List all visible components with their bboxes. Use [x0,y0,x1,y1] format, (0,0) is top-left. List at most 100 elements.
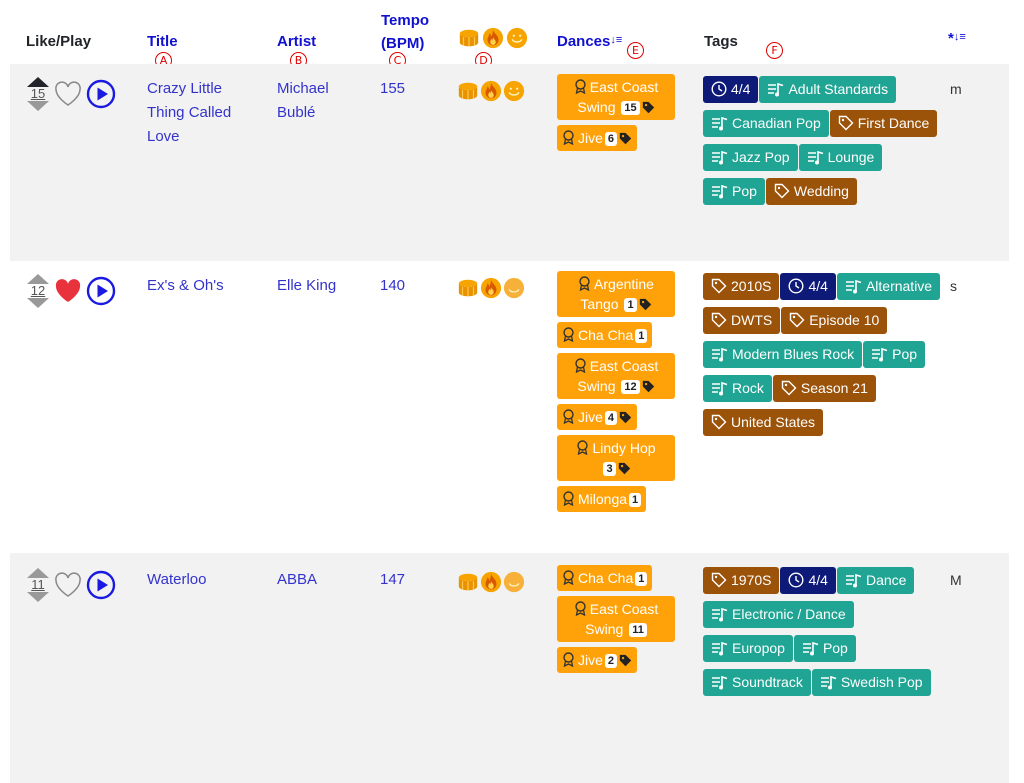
music-list-icon [845,572,866,588]
medal-icon [562,327,578,343]
dance-count: 15 [621,101,640,115]
like-heart-icon[interactable] [54,572,82,598]
dance-badge[interactable]: Argentine Tango 1 [557,271,675,317]
artist-link[interactable]: Elle King [277,274,367,298]
dance-badge[interactable]: Milonga 1 [557,486,647,512]
tag-badge[interactable]: DWTS [703,307,781,334]
tag-badge[interactable]: Episode 10 [781,307,888,334]
drum-icon [458,82,478,100]
medal-icon [578,276,594,292]
dance-badge[interactable]: Jive 6 [557,125,638,151]
tag-badge[interactable]: Electronic / Dance [703,601,854,628]
medal-icon [562,652,578,668]
tag-icon [637,296,652,312]
title-header[interactable]: Title [147,33,178,50]
dance-badge[interactable]: Jive 4 [557,404,638,430]
rating-icons [457,277,525,299]
tag-icon [617,652,632,668]
dance-name-line2: Tango [580,296,619,312]
tag-badge[interactable]: 1970S [703,567,780,594]
tempo-value[interactable]: 155 [380,77,405,101]
medal-icon [562,130,578,146]
tag-badge[interactable]: Jazz Pop [703,144,798,171]
tag-icon [711,312,731,328]
tag-badge[interactable]: Dance [836,567,915,594]
tempo-value[interactable]: 140 [380,274,405,298]
dance-count: 1 [635,572,648,586]
dance-badge[interactable]: Cha Cha 1 [557,565,653,591]
dance-count: 3 [603,462,616,476]
tag-badge[interactable]: 2010S [703,273,780,300]
downvote-icon[interactable] [27,298,49,308]
table-row: 15 Crazy Little Thing Called Love Michael… [10,64,1009,261]
play-icon[interactable] [86,276,116,306]
song-title-link[interactable]: Ex's & Oh's [147,274,257,298]
dance-name: Jive [578,130,603,146]
artist-link[interactable]: Michael Bublé [277,77,367,125]
flame-icon [480,80,502,102]
downvote-icon[interactable] [27,101,49,111]
tag-icon [711,572,731,588]
like-heart-icon[interactable] [54,278,82,304]
smiley-icon [503,277,525,299]
table-header: Like/Play Title Artist Tempo (BPM) Dance… [0,0,1024,64]
modifier-value: m [950,81,962,97]
play-icon[interactable] [86,79,116,109]
music-list-icon [845,278,866,294]
like-play-header: Like/Play [26,33,92,50]
music-list-icon [711,380,732,396]
music-list-icon [807,149,828,165]
dance-badge[interactable]: Lindy Hop 3 [557,435,675,481]
tag-badge[interactable]: Pop [703,178,765,205]
smiley-icon [506,27,528,49]
tag-badge[interactable]: Canadian Pop [703,110,829,137]
modifier-value: s [950,278,957,294]
dance-badge[interactable]: Cha Cha 1 [557,322,653,348]
dance-name-line2: Swing [585,621,624,637]
tag-badge[interactable]: 4/4 [703,76,759,103]
tag-badge[interactable]: Pop [793,635,856,662]
like-heart-icon[interactable] [54,81,82,107]
tag-list: 4/4 Adult Standards Canadian Pop First Danc… [703,76,943,212]
tag-badge[interactable]: Modern Blues Rock [703,341,863,368]
tag-icon [774,183,794,199]
tag-badge[interactable]: Swedish Pop [811,669,931,696]
tag-badge[interactable]: 4/4 [780,567,836,594]
tag-badge[interactable]: Lounge [798,144,883,171]
drum-icon [458,279,478,297]
play-icon[interactable] [86,570,116,600]
tag-badge[interactable]: First Dance [829,110,938,137]
tag-badge[interactable]: Soundtrack [703,669,811,696]
vote-control: 15 [26,77,50,111]
tag-label: 1970S [731,572,772,588]
tag-badge[interactable]: 4/4 [780,273,836,300]
dance-count: 11 [629,623,647,637]
artist-header[interactable]: Artist [277,33,316,50]
dance-count: 1 [624,298,637,312]
tempo-header[interactable]: Tempo (BPM) [381,9,429,55]
tag-badge[interactable]: Pop [863,341,926,368]
tag-icon [789,312,809,328]
tag-badge[interactable]: Season 21 [772,375,876,402]
downvote-icon[interactable] [27,592,49,602]
tag-badge[interactable]: Wedding [765,178,857,205]
tag-badge[interactable]: United States [703,409,824,436]
tag-badge[interactable]: Adult Standards [759,76,897,103]
tag-badge[interactable]: Europop [703,635,793,662]
tag-badge[interactable]: Alternative [836,273,941,300]
dance-badge[interactable]: East Coast Swing 12 [557,353,675,399]
dance-badge[interactable]: East Coast Swing 11 [557,596,675,642]
tempo-value[interactable]: 147 [380,568,405,592]
rating-icons-header[interactable] [458,27,528,49]
table-row: 12 Ex's & Oh's Elle King 140 Argentine Tang… [10,261,1009,553]
tag-label: Pop [822,640,848,656]
dance-badge[interactable]: East Coast Swing 15 [557,74,675,120]
modified-header[interactable]: *↓≡ [948,30,966,47]
song-title-link[interactable]: Crazy Little Thing Called Love [147,77,257,149]
dance-badge[interactable]: Jive 2 [557,647,638,673]
tag-badge[interactable]: Rock [703,375,772,402]
song-title-link[interactable]: Waterloo [147,568,257,592]
tag-icon [616,460,631,476]
artist-link[interactable]: ABBA [277,568,367,592]
dances-header[interactable]: Dances↓≡ [557,33,622,50]
